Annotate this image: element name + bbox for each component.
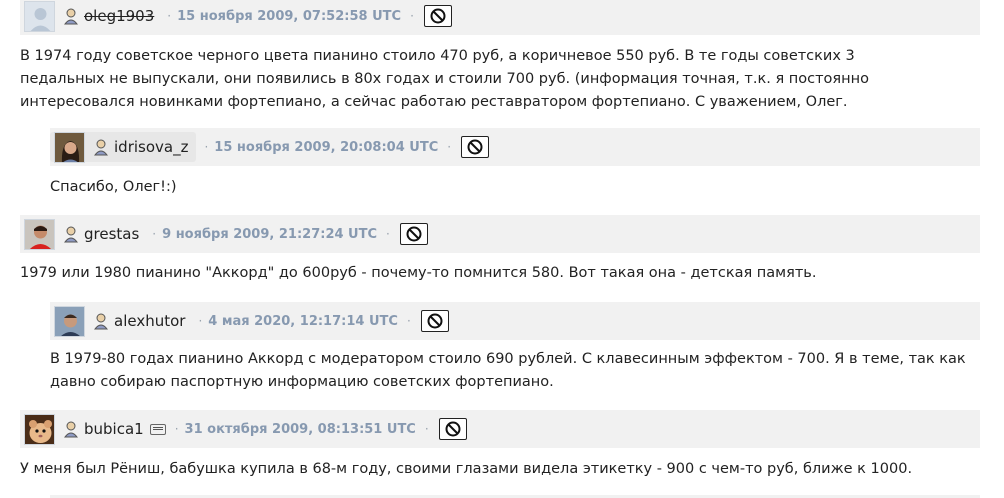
paid-account-icon [152, 426, 163, 430]
separator: · [447, 140, 452, 154]
avatar[interactable] [54, 131, 85, 163]
user-icon[interactable] [93, 139, 109, 156]
avatar[interactable] [54, 305, 85, 337]
comment-header: alexhutor · 4 мая 2020, 12:17:14 UTC · [50, 302, 980, 340]
separator: · [174, 422, 179, 436]
username-link[interactable]: idrisova_z [114, 138, 188, 156]
paid-account-badge [149, 423, 166, 435]
username-link[interactable]: grestas [84, 225, 139, 243]
ban-icon [427, 313, 443, 329]
user-icon[interactable] [63, 8, 79, 25]
avatar[interactable] [24, 0, 55, 32]
comment-text: В 1979-80 годах пианино Аккорд с модерат… [50, 351, 966, 390]
separator: · [406, 314, 411, 328]
highlighted-author: idrisova_z [50, 131, 197, 163]
user-icon[interactable] [93, 313, 109, 330]
ban-button[interactable] [423, 5, 452, 27]
separator: · [198, 314, 203, 328]
separator: · [152, 227, 157, 241]
comment-header: oleg1903 · 15 ноября 2009, 07:52:58 UTC … [20, 0, 980, 35]
comment-header: idrisova_z · 15 ноября 2009, 20:08:04 UT… [50, 128, 980, 166]
ban-button[interactable] [420, 310, 449, 332]
comment-header: bubica1 · 31 октября 2009, 08:13:51 UTC … [20, 410, 980, 448]
separator: · [204, 140, 209, 154]
comment-timestamp[interactable]: 15 ноября 2009, 07:52:58 UTC [177, 9, 401, 24]
comment-text: 1979 или 1980 пианино "Аккорд" до 600руб… [20, 265, 817, 281]
avatar[interactable] [24, 413, 55, 445]
comment-text: В 1974 году советское черного цвета пиан… [20, 48, 869, 110]
comment-text: У меня был Рёниш, бабушка купила в 68-м … [20, 461, 913, 477]
comment-text: Спасибо, Олег!:) [50, 179, 177, 195]
comment-header: grestas · 9 ноября 2009, 21:27:24 UTC · [20, 215, 980, 253]
avatar[interactable] [24, 218, 55, 250]
separator: · [410, 9, 414, 23]
username-link[interactable]: bubica1 [84, 420, 144, 438]
username-link[interactable]: alexhutor [114, 312, 185, 330]
comment-timestamp[interactable]: 4 мая 2020, 12:17:14 UTC [208, 314, 398, 329]
comment-timestamp[interactable]: 9 ноября 2009, 21:27:24 UTC [162, 227, 377, 242]
separator: · [424, 422, 429, 436]
ban-icon [467, 139, 483, 155]
ban-icon [430, 8, 446, 24]
comment-timestamp[interactable]: 15 ноября 2009, 20:08:04 UTC [214, 140, 438, 155]
separator: · [167, 9, 172, 23]
user-icon[interactable] [63, 226, 79, 243]
ban-icon [445, 421, 461, 437]
username-link[interactable]: oleg1903 [84, 7, 154, 25]
ban-button[interactable] [461, 136, 490, 158]
separator: · [386, 227, 390, 241]
ban-icon [406, 226, 422, 242]
user-icon[interactable] [63, 421, 79, 438]
comment-timestamp[interactable]: 31 октября 2009, 08:13:51 UTC [185, 422, 416, 437]
ban-button[interactable] [438, 418, 467, 440]
ban-button[interactable] [399, 223, 428, 245]
